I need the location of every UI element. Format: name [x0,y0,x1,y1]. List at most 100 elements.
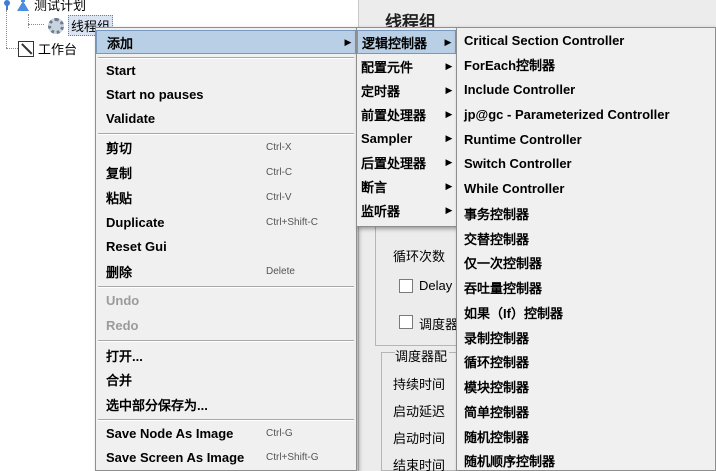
submenu-item-listener[interactable]: 监听器 ▶ [357,198,456,222]
menu-item-save-selection[interactable]: 选中部分保存为... [96,392,356,416]
menu-item-undo[interactable]: Undo [96,288,356,312]
loop-count-label: 循环次数 [393,249,446,264]
submenu-item-logic-controller[interactable]: 逻辑控制器 ▶ [357,30,456,54]
menu-item-label: 定时器 [361,83,401,99]
submenu-arrow-icon: ▶ [445,204,453,215]
scheduler-checkbox[interactable] [399,315,413,329]
shortcut-label: Delete [266,265,295,277]
logic-item-simple[interactable]: 简单控制器 [457,399,715,423]
logic-item-include[interactable]: Include Controller [457,77,715,101]
menu-item-save-node-image[interactable]: Save Node As Image Ctrl-G [96,421,356,445]
shortcut-label: Ctrl+Shift-G [266,451,319,463]
submenu-arrow-icon: ▶ [344,36,352,47]
menu-item-label: Switch Controller [464,155,572,171]
end-time-label: 结束时间 [393,458,446,471]
menu-item-label: Validate [106,110,156,126]
submenu-item-sampler[interactable]: Sampler ▶ [357,126,456,150]
menu-item-label: Duplicate [106,214,165,230]
menu-item-label: jp@gc - Parameterized Controller [464,106,670,122]
logic-item-recording[interactable]: 录制控制器 [457,325,715,349]
scheduler-label: 调度器 [419,317,459,332]
menu-item-reset-gui[interactable]: Reset Gui [96,234,356,258]
shortcut-label: Ctrl-X [266,141,292,153]
tree-node-label: 测试计划 [34,0,87,13]
menu-item-label: 仅一次控制器 [464,255,543,271]
menu-item-save-screen-image[interactable]: Save Screen As Image Ctrl+Shift-G [96,445,356,469]
menu-item-label: Redo [106,317,139,333]
logic-item-while[interactable]: While Controller [457,176,715,200]
menu-item-delete[interactable]: 删除 Delete [96,259,356,283]
tree-node-label: 工作台 [38,42,78,57]
shortcut-label: Ctrl-G [266,427,293,439]
menu-item-label: Include Controller [464,81,576,97]
add-submenu: 逻辑控制器 ▶ 配置元件 ▶ 定时器 ▶ 前置处理器 ▶ Sampler ▶ 后… [356,27,457,227]
menu-item-label: Sampler [361,130,413,146]
menu-item-cut[interactable]: 剪切 Ctrl-X [96,135,356,159]
menu-item-label: 剪切 [106,140,133,156]
menu-item-merge[interactable]: 合并 [96,367,356,391]
menu-item-label: 打开... [106,348,143,364]
submenu-arrow-icon: ▶ [445,156,453,167]
menu-item-label: 合并 [106,372,133,388]
logic-item-runtime[interactable]: Runtime Controller [457,127,715,151]
menu-item-paste[interactable]: 粘贴 Ctrl-V [96,185,356,209]
menu-item-label: 模块控制器 [464,379,530,395]
logic-item-if[interactable]: 如果（If）控制器 [457,300,715,324]
start-time-label: 启动时间 [393,431,446,446]
submenu-arrow-icon: ▶ [445,108,453,119]
menu-item-start-no-pauses[interactable]: Start no pauses [96,82,356,106]
logic-item-throughput[interactable]: 吞吐量控制器 [457,275,715,299]
logic-item-foreach[interactable]: ForEach控制器 [457,52,715,76]
menu-item-label: 删除 [106,264,133,280]
menu-item-label: Start [106,62,136,78]
context-menu: 添加 ▶ Start Start no pauses Validate 剪切 C… [95,27,357,471]
menu-item-label: Start no pauses [106,86,204,102]
logic-item-transaction[interactable]: 事务控制器 [457,201,715,225]
menu-item-label: While Controller [464,180,565,196]
logic-item-once-only[interactable]: 仅一次控制器 [457,250,715,274]
submenu-item-pre-processor[interactable]: 前置处理器 ▶ [357,102,456,126]
submenu-item-timer[interactable]: 定时器 ▶ [357,78,456,102]
logic-item-random[interactable]: 随机控制器 [457,424,715,448]
menu-item-start[interactable]: Start [96,58,356,82]
menu-item-label: 事务控制器 [464,206,530,222]
submenu-arrow-icon: ▶ [444,36,452,47]
logic-item-loop[interactable]: 循环控制器 [457,349,715,373]
menu-item-validate[interactable]: Validate [96,106,356,130]
menu-item-label: 简单控制器 [464,404,530,420]
shortcut-label: Ctrl+Shift-C [266,216,318,228]
submenu-item-assertion[interactable]: 断言 ▶ [357,174,456,198]
submenu-item-config-element[interactable]: 配置元件 ▶ [357,54,456,78]
menu-item-label: 随机顺序控制器 [464,453,556,469]
submenu-item-post-processor[interactable]: 后置处理器 ▶ [357,150,456,174]
submenu-arrow-icon: ▶ [445,132,453,143]
startup-delay-label: 启动延迟 [393,404,446,419]
shortcut-label: Ctrl-C [266,166,293,178]
menu-item-label: 断言 [361,179,388,195]
logic-controller-submenu: Critical Section Controller ForEach控制器 I… [456,27,716,471]
delay-label: Delay [419,278,453,293]
tree-node-test-plan[interactable]: 测试计划 [2,0,86,14]
menu-item-label: 循环控制器 [464,354,530,370]
logic-item-critical-section[interactable]: Critical Section Controller [457,28,715,52]
menu-item-label: Critical Section Controller [464,32,625,48]
shortcut-label: Ctrl-V [266,191,292,203]
menu-item-label: 添加 [107,35,134,51]
delay-checkbox[interactable] [399,279,413,293]
menu-item-label: 粘贴 [106,190,133,206]
menu-item-copy[interactable]: 复制 Ctrl-C [96,160,356,184]
menu-item-label: 吞吐量控制器 [464,280,543,296]
tree-node-workbench[interactable]: 工作台 [18,39,77,58]
menu-item-duplicate[interactable]: Duplicate Ctrl+Shift-C [96,210,356,234]
logic-item-switch[interactable]: Switch Controller [457,151,715,175]
menu-item-label: 前置处理器 [361,107,427,123]
menu-item-label: 录制控制器 [464,330,530,346]
logic-item-interleave[interactable]: 交替控制器 [457,226,715,250]
menu-item-label: 监听器 [361,203,401,219]
menu-item-redo[interactable]: Redo [96,313,356,337]
logic-item-parameterized[interactable]: jp@gc - Parameterized Controller [457,102,715,126]
logic-item-module[interactable]: 模块控制器 [457,374,715,398]
logic-item-random-order[interactable]: 随机顺序控制器 [457,448,715,471]
menu-item-open[interactable]: 打开... [96,343,356,367]
menu-item-add[interactable]: 添加 ▶ [96,30,356,54]
